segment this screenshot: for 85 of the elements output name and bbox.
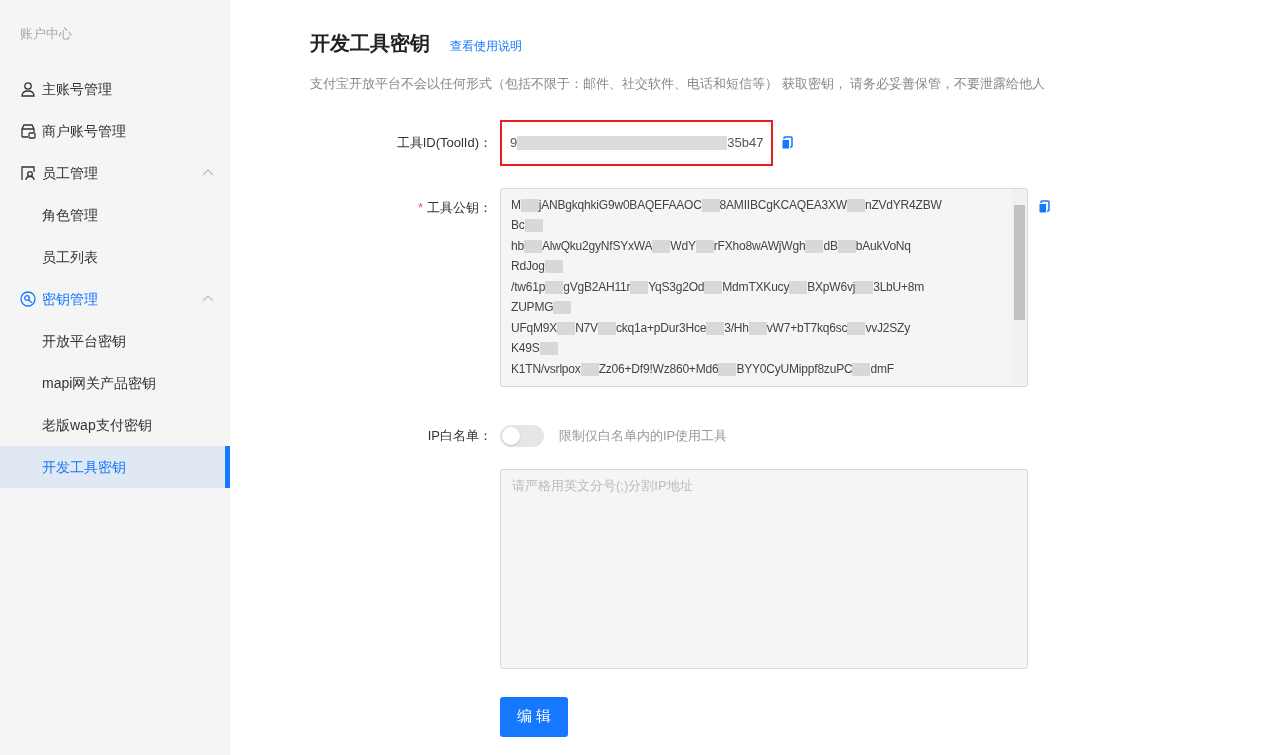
blurred-text (597, 321, 616, 335)
key-text: K49S (511, 341, 540, 355)
scrollbar[interactable] (1012, 188, 1027, 386)
key-text: dB (823, 238, 838, 253)
sidebar-item[interactable]: 密钥管理 (0, 278, 230, 320)
blurred-text (706, 321, 725, 335)
toggle-switch[interactable] (500, 424, 544, 447)
edit-button[interactable]: 编 辑 (500, 696, 568, 737)
sidebar-item[interactable]: 主账号管理 (0, 68, 230, 110)
blurred-text (837, 239, 856, 253)
key-text: gVgB2AH11r (563, 279, 631, 294)
key-text: K1TN/vsrlpox (511, 361, 581, 376)
key-text: dmF (870, 361, 894, 376)
blurred-text (748, 321, 767, 335)
key-text: UFqM9X (511, 320, 558, 335)
blurred-text (539, 342, 558, 356)
key-text: ZUPMG (511, 300, 554, 314)
field-label: IP白名单： (427, 426, 492, 445)
sidebar-subitem[interactable]: mapi网关产品密钥 (0, 362, 230, 404)
sidebar-subitem[interactable]: 角色管理 (0, 194, 230, 236)
user-icon (20, 81, 36, 97)
blurred-text (545, 280, 564, 294)
key-text: nZVdYR4ZBW (864, 197, 942, 212)
public-key-field[interactable] (500, 187, 1028, 387)
blurred-text (557, 321, 576, 335)
sidebar-item[interactable]: 商户账号管理 (0, 110, 230, 152)
key-text: YqS3g2Od (648, 279, 705, 294)
tool-id-text: 9 (510, 133, 518, 152)
blurred-text (789, 280, 808, 294)
key-text: 3LbU+8m (873, 279, 925, 294)
copy-icon[interactable] (781, 135, 794, 150)
key-text: BYY0CyUMippf8zuPC (736, 361, 853, 376)
required-mark: * (417, 198, 423, 217)
blurred-text (805, 239, 824, 253)
key-text: WdY (670, 238, 696, 253)
key-text: N7V (575, 320, 598, 335)
key-text: 8AMIIBCgKCAQEA3XW (719, 197, 847, 212)
blurred-text (695, 239, 714, 253)
staff-icon (20, 165, 36, 181)
key-text: rFXho8wAWjWgh (713, 238, 806, 253)
sidebar-title: 账户中心 (19, 25, 73, 43)
key-text: Bc (511, 218, 525, 232)
key-text: hb (511, 238, 524, 253)
blurred-text (701, 198, 720, 212)
blurred-text (630, 280, 649, 294)
blurred-text (852, 362, 871, 376)
key-text: vvJ2SZy (865, 320, 910, 335)
key-text: /tw61p (511, 279, 546, 294)
sidebar-subitem[interactable]: 开放平台密钥 (0, 320, 230, 362)
blurred-text (704, 280, 723, 294)
key-text: jANBgkqhkiG9w0BAQEFAAOC (538, 197, 702, 212)
sidebar-item[interactable]: 员工管理 (0, 152, 230, 194)
blurred-text (580, 362, 599, 376)
notice-text: 支付宝开放平台不会以任何形式（包括不限于：邮件、社交软件、电话和短信等） 获取密钥， 请务必妥善保管，不要泄露给他人 (310, 75, 1047, 93)
field-label: 工具公钥： (427, 198, 492, 217)
key-text: M (511, 197, 521, 212)
key-text: RdJog (511, 259, 545, 273)
blurred-text (524, 219, 543, 233)
toggle-hint: 限制仅白名单内的IP使用工具 (559, 426, 728, 445)
key-text: bAukVoNq (855, 238, 911, 253)
scrollbar-thumb[interactable] (1014, 204, 1025, 320)
page-title: 开发工具密钥 (310, 31, 430, 56)
key-text: BXpW6vj (807, 279, 856, 294)
key-text: vW7+bT7kq6sc (766, 320, 848, 335)
blurred-text (523, 239, 542, 253)
copy-icon[interactable] (1038, 199, 1050, 214)
blurred-text (553, 301, 572, 315)
blurred-text (544, 260, 563, 274)
key-text: MdmTXKucy (722, 279, 790, 294)
blurred-text (520, 198, 539, 212)
tool-id-text: 35b47 (727, 133, 764, 152)
blurred-text (846, 198, 865, 212)
blurred-text (652, 239, 671, 253)
shop-lock-icon (20, 123, 36, 139)
blurred-text (855, 280, 874, 294)
sidebar-subitem[interactable]: 老版wap支付密钥 (0, 404, 230, 446)
blurred-text (847, 321, 866, 335)
key-text: ckq1a+pDur3Hce (615, 320, 707, 335)
sidebar-subitem[interactable]: 员工列表 (0, 236, 230, 278)
key-text: AlwQku2gyNfSYxWA (541, 238, 653, 253)
key-text: 3/Hh (724, 320, 749, 335)
help-link[interactable]: 查看使用说明 (450, 37, 522, 55)
key-text: Zz06+Df9!Wz860+Md6 (598, 361, 719, 376)
blurred-text (718, 362, 737, 376)
field-label: 工具ID(ToolId)： (396, 133, 492, 152)
